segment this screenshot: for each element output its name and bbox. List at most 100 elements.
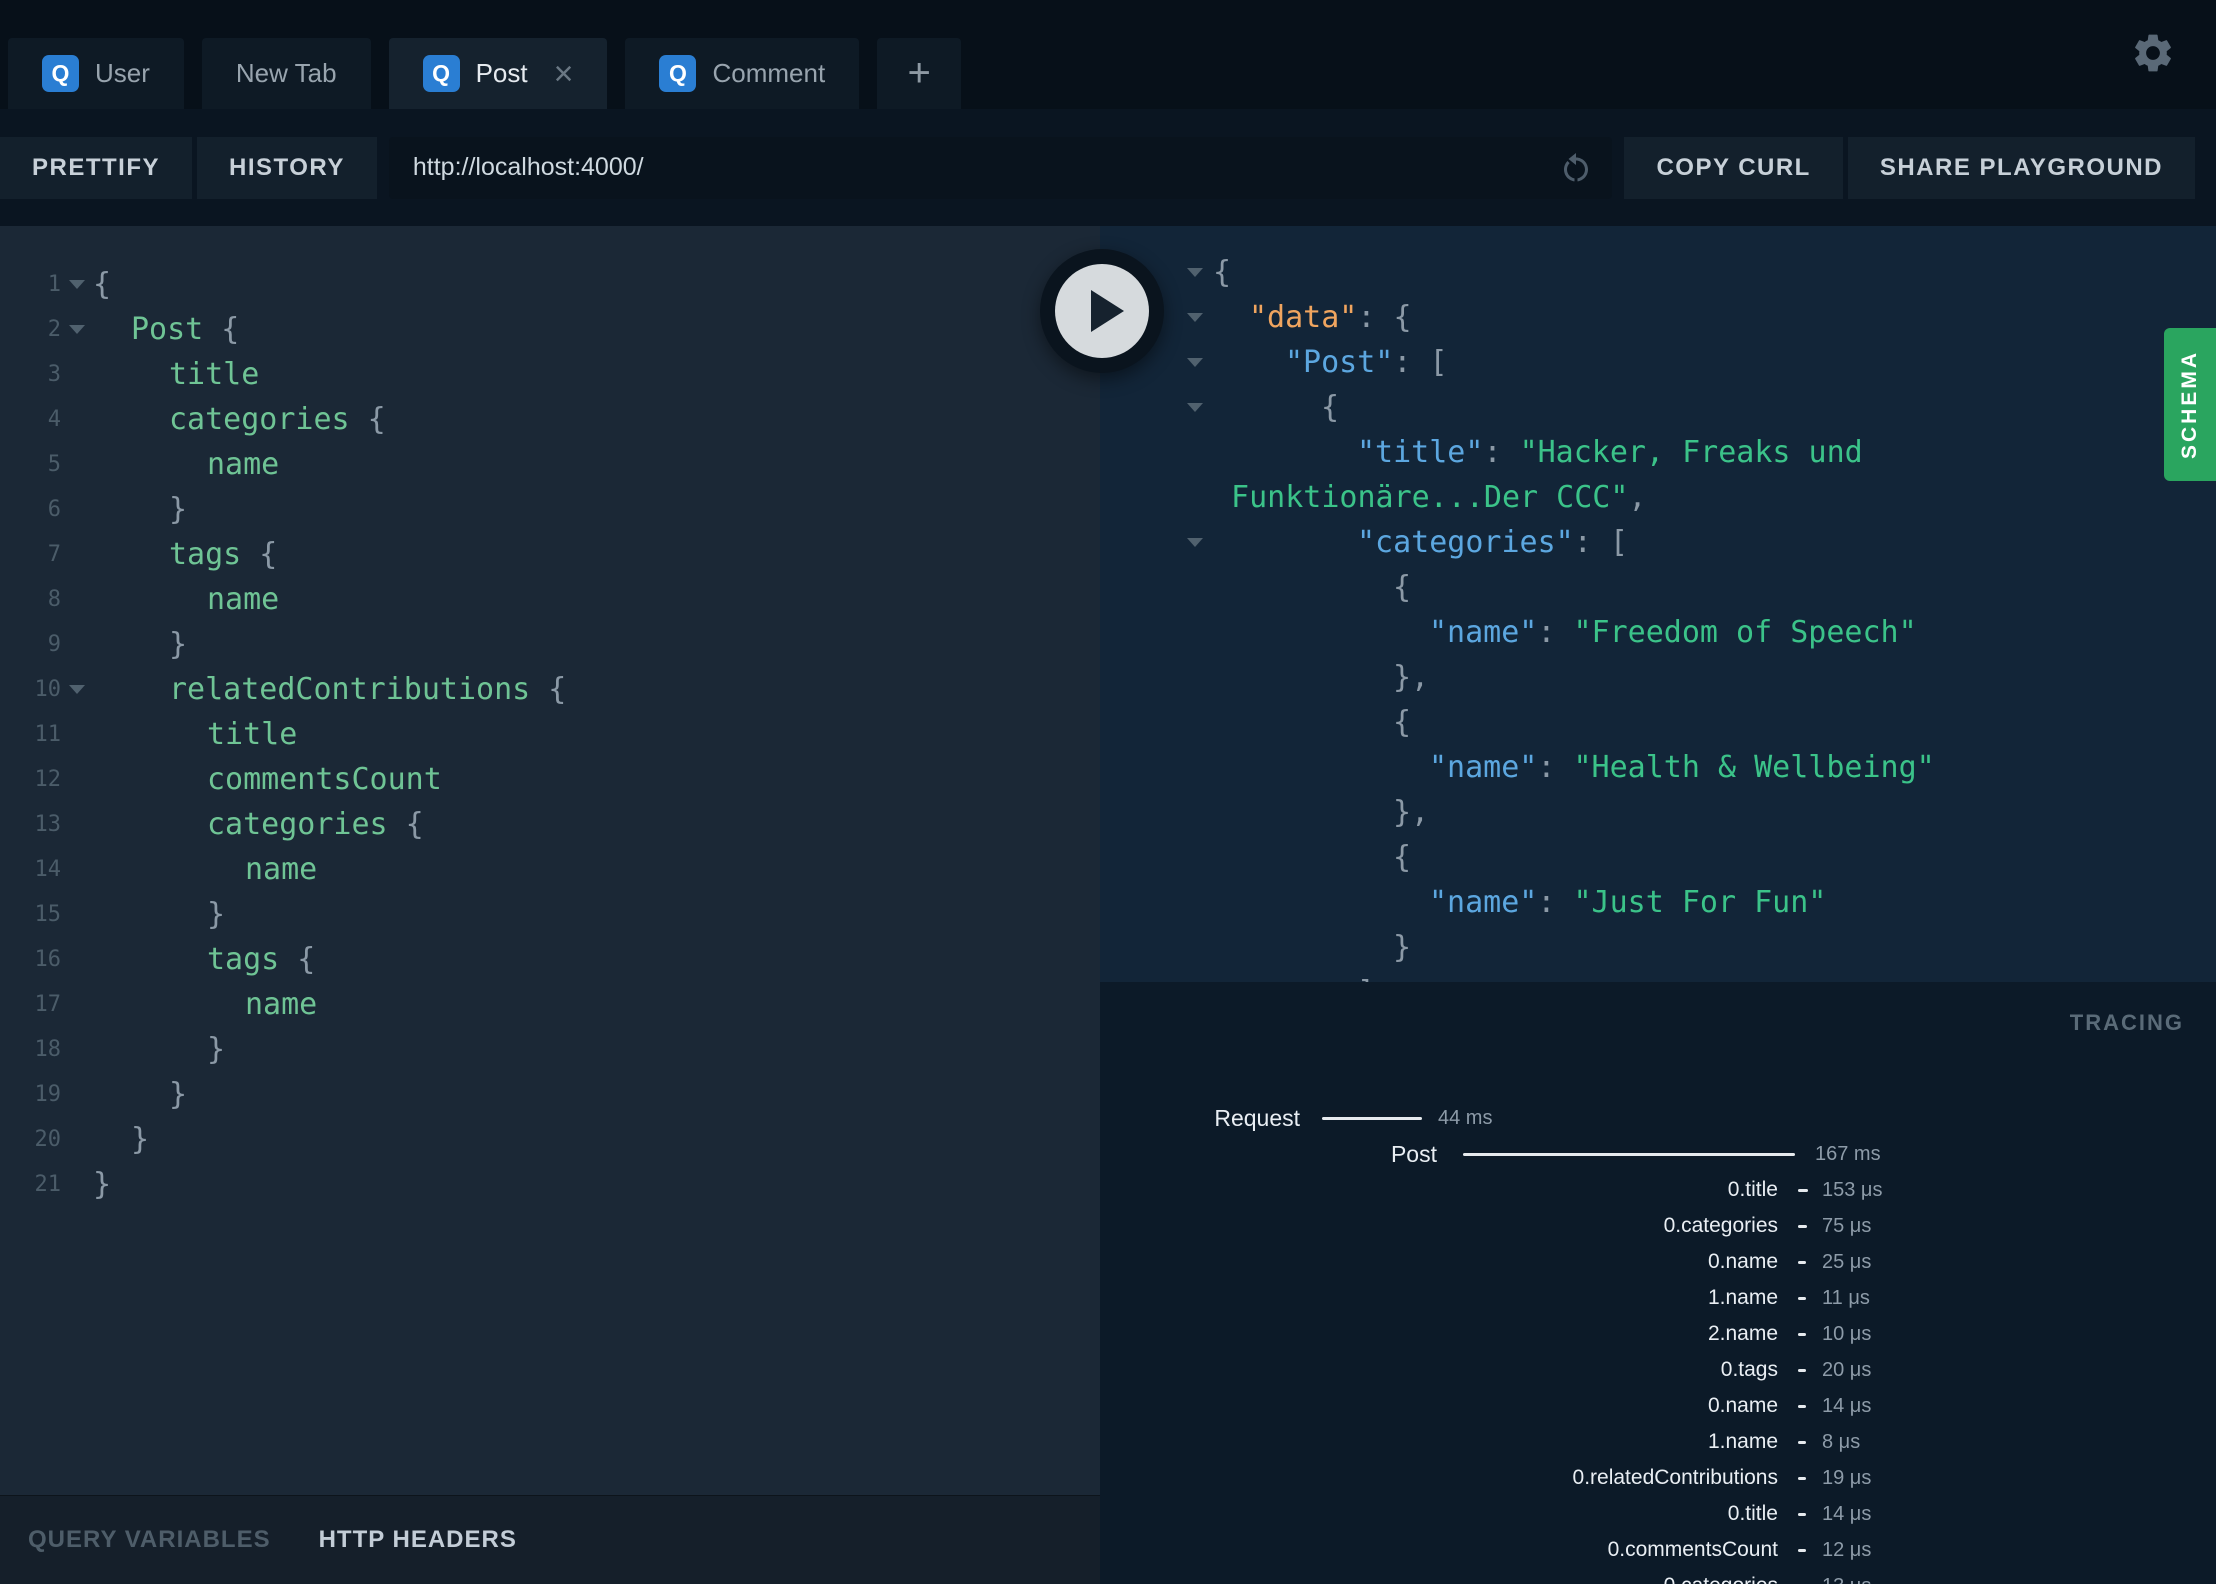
token: {	[1393, 840, 1412, 875]
code-text: }	[93, 487, 187, 532]
code-text: relatedContributions {	[93, 667, 566, 712]
tracing-row: 0.title 14 μs	[1100, 1496, 2216, 1532]
graphql-query-badge: Q	[422, 55, 460, 92]
code-text: Funktionäre...Der CCC",	[1213, 475, 1646, 520]
editor-line[interactable]: 4 categories {	[0, 397, 1100, 442]
fold-gutter	[1100, 430, 1213, 475]
editor-line[interactable]: 3 title	[0, 352, 1100, 397]
share-playground-button[interactable]: SHARE PLAYGROUND	[1847, 136, 2195, 199]
editor-line[interactable]: 11 title	[0, 712, 1100, 757]
editor-line[interactable]: 19}	[0, 1072, 1100, 1117]
line-number: 12	[34, 767, 62, 792]
play-icon	[1055, 264, 1149, 358]
tracing-label: 0.categories	[1100, 1568, 1778, 1584]
tracing-row: 0.categories 13 μs	[1100, 1568, 2216, 1584]
fold-arrow-icon[interactable]	[1187, 403, 1203, 412]
token: {	[387, 807, 424, 842]
token: "Health & Wellbeing"	[1573, 750, 1935, 785]
token: {	[1393, 705, 1412, 740]
editor-line[interactable]: 8 name	[0, 577, 1100, 622]
code-text: Post {	[93, 307, 239, 352]
tracing-panel: TRACING Request 44 ms Post 167 ms 0.title 153…	[1100, 982, 2216, 1584]
token: :	[1483, 435, 1520, 470]
editor-line[interactable]: 21}	[0, 1162, 1100, 1207]
reload-icon[interactable]	[1558, 150, 1594, 186]
fold-arrow-icon[interactable]	[69, 325, 85, 334]
tracing-row: 1.name 8 μs	[1100, 1424, 2216, 1460]
editor-line[interactable]: 15}	[0, 892, 1100, 937]
line-number: 4	[47, 407, 61, 432]
editor-line[interactable]: 5 name	[0, 442, 1100, 487]
editor-line[interactable]: 18}	[0, 1027, 1100, 1072]
fold-arrow-icon[interactable]	[1187, 313, 1203, 322]
copy-curl-button[interactable]: COPY CURL	[1624, 136, 1843, 199]
line-number: 20	[34, 1127, 62, 1152]
tab-label: Comment	[712, 58, 826, 88]
token: title	[207, 717, 298, 752]
tracing-label: 0.categories	[1663, 1214, 1778, 1237]
editor-line[interactable]: 9}	[0, 622, 1100, 667]
fold-arrow-icon[interactable]	[69, 280, 85, 289]
code-text: }	[93, 1117, 149, 1162]
execute-query-button[interactable]	[1040, 249, 1164, 373]
http-headers-tab[interactable]: HTTP HEADERS	[319, 1526, 517, 1554]
response-line: "name": "Just For Fun"	[1100, 880, 2216, 925]
schema-tab[interactable]: SCHEMA	[2164, 328, 2216, 481]
line-number: 5	[47, 452, 61, 477]
token: tags	[169, 537, 242, 572]
tab-list: Q User New Tab Q Post × Q Comment	[8, 38, 860, 109]
fold-gutter	[61, 487, 93, 532]
tracing-rows: Request 44 ms Post 167 ms 0.title 153 μs 0.cat…	[1100, 1100, 2216, 1584]
code-text: {	[93, 262, 111, 307]
fold-arrow-icon[interactable]	[1187, 538, 1203, 547]
query-editor[interactable]: 1{2 Post {3 title 4 categories {5 name 6} 7 tags…	[0, 226, 1100, 1495]
add-tab-button[interactable]: +	[877, 38, 962, 109]
tracing-label: 1.name	[1707, 1430, 1778, 1453]
prettify-button[interactable]: PRETTIFY	[0, 136, 193, 199]
tracing-time: 20 μs	[1822, 1359, 1872, 1381]
editor-line[interactable]: 12 commentsCount	[0, 757, 1100, 802]
fold-gutter	[1100, 880, 1213, 925]
fold-gutter	[61, 847, 93, 892]
tracing-time: 167 ms	[1815, 1143, 1881, 1165]
fold-gutter	[61, 1162, 93, 1207]
fold-arrow-icon[interactable]	[69, 685, 85, 694]
editor-line[interactable]: 7 tags {	[0, 532, 1100, 577]
editor-line[interactable]: 6}	[0, 487, 1100, 532]
editor-line[interactable]: 20}	[0, 1117, 1100, 1162]
tab-user[interactable]: Q User	[8, 38, 184, 109]
token: title	[169, 357, 260, 392]
history-button[interactable]: HISTORY	[197, 136, 377, 199]
token: }	[207, 897, 226, 932]
fold-gutter	[61, 757, 93, 802]
editor-line[interactable]: 13 categories {	[0, 802, 1100, 847]
response-line: {	[1100, 250, 2216, 295]
tab-post[interactable]: Q Post ×	[388, 38, 608, 109]
endpoint-url-input[interactable]	[388, 136, 1613, 199]
editor-line[interactable]: 16 tags {	[0, 937, 1100, 982]
settings-gear-icon[interactable]	[2130, 30, 2176, 76]
tab-comment[interactable]: Q Comment	[625, 38, 860, 109]
editor-line[interactable]: 1{	[0, 262, 1100, 307]
editor-line[interactable]: 17 name	[0, 982, 1100, 1027]
tracing-bar	[1798, 1333, 1806, 1336]
token: Funktionäre...Der CCC"	[1213, 480, 1629, 515]
editor-line[interactable]: 10 relatedContributions {	[0, 667, 1100, 712]
fold-arrow-icon[interactable]	[1187, 268, 1203, 277]
code-text: title	[93, 352, 259, 397]
token: "name"	[1429, 885, 1538, 920]
fold-gutter	[1100, 520, 1213, 565]
token: commentsCount	[207, 762, 442, 797]
tracing-row: 0.title 153 μs	[1100, 1172, 2216, 1208]
code-text: },	[1213, 790, 1429, 835]
editor-line[interactable]: 2 Post {	[0, 307, 1100, 352]
fold-gutter	[1100, 385, 1213, 430]
token: {	[203, 312, 240, 347]
tab-new-tab[interactable]: New Tab	[201, 38, 371, 109]
query-variables-tab[interactable]: QUERY VARIABLES	[28, 1526, 271, 1554]
editor-line[interactable]: 14 name	[0, 847, 1100, 892]
close-tab-icon[interactable]: ×	[554, 57, 574, 91]
response-line: ]	[1100, 970, 2216, 982]
fold-arrow-icon[interactable]	[1187, 358, 1203, 367]
fold-gutter	[61, 532, 93, 577]
